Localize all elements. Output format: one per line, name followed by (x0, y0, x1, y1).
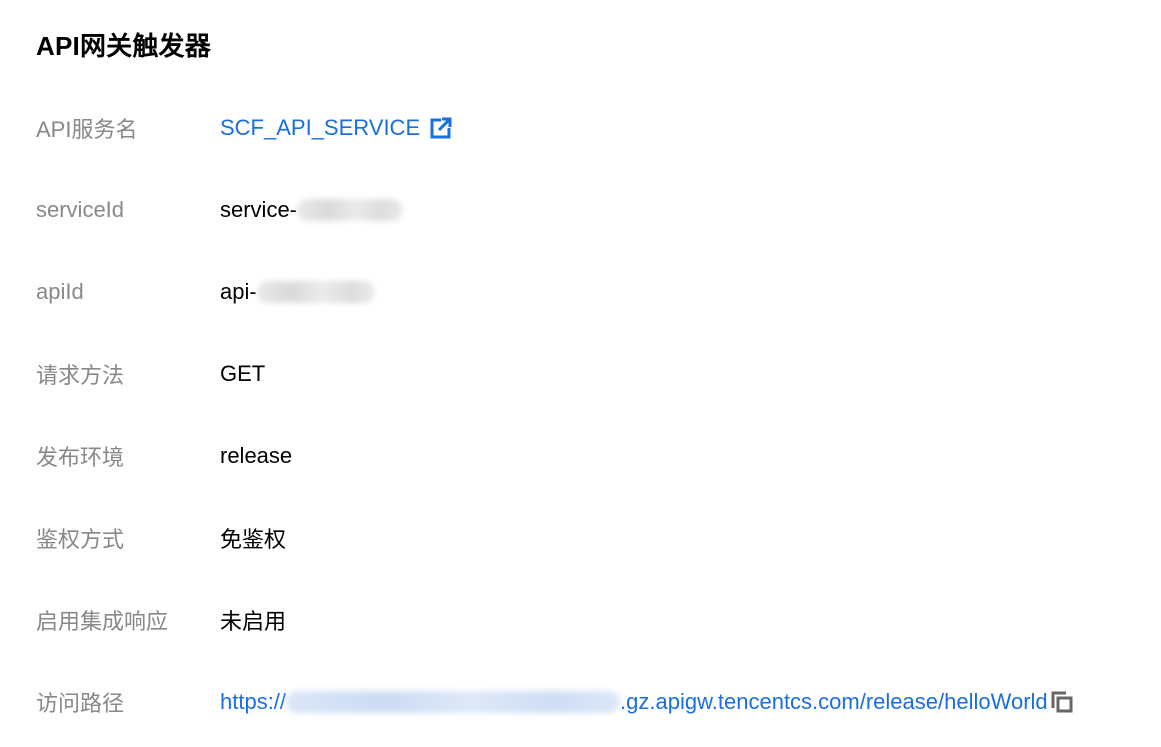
row-service-name: API服务名 SCF_API_SERVICE (36, 108, 453, 148)
service-id-prefix: service- (220, 197, 298, 222)
integration-response-label: 启用集成响应 (36, 609, 169, 634)
access-path-link[interactable]: https:// .gz.apigw.tencentcs.com/release… (220, 689, 1048, 715)
service-name-value: SCF_API_SERVICE (220, 115, 453, 141)
integration-response-value: 未启用 (220, 609, 287, 634)
access-path-label: 访问路径 (36, 691, 125, 716)
service-id-value: service- (220, 197, 404, 223)
environment-label: 发布环境 (36, 445, 125, 470)
method-label: 请求方法 (36, 363, 125, 388)
api-id-value: api- (220, 279, 375, 305)
copy-icon[interactable] (1050, 690, 1074, 714)
auth-value: 免鉴权 (220, 527, 287, 552)
row-access-path: 访问路径 https:// .gz.apigw.tencentcs.com/re… (36, 682, 1074, 722)
auth-label: 鉴权方式 (36, 527, 125, 552)
row-integration-response: 启用集成响应 未启用 (36, 600, 286, 640)
service-name-link[interactable]: SCF_API_SERVICE (220, 115, 420, 141)
external-link-icon[interactable] (430, 117, 453, 139)
row-api-id: apiId api- (36, 272, 375, 312)
page-title: API网关触发器 (36, 31, 211, 61)
redacted-service-id (297, 199, 404, 221)
row-method: 请求方法 GET (36, 354, 265, 394)
redacted-host (286, 691, 621, 713)
service-name-label: API服务名 (36, 117, 138, 142)
access-path-value: https:// .gz.apigw.tencentcs.com/release… (220, 689, 1074, 715)
row-service-id: serviceId service- (36, 190, 404, 230)
api-id-prefix: api- (220, 279, 257, 304)
method-value: GET (220, 361, 266, 386)
environment-value: release (220, 443, 293, 468)
row-auth: 鉴权方式 免鉴权 (36, 518, 286, 558)
row-environment: 发布环境 release (36, 436, 292, 476)
access-path-prefix: https:// (220, 689, 287, 714)
api-id-label: apiId (36, 279, 84, 304)
redacted-api-id (256, 281, 375, 303)
service-id-label: serviceId (36, 197, 125, 222)
access-path-suffix: .gz.apigw.tencentcs.com/release/helloWor… (620, 689, 1048, 714)
